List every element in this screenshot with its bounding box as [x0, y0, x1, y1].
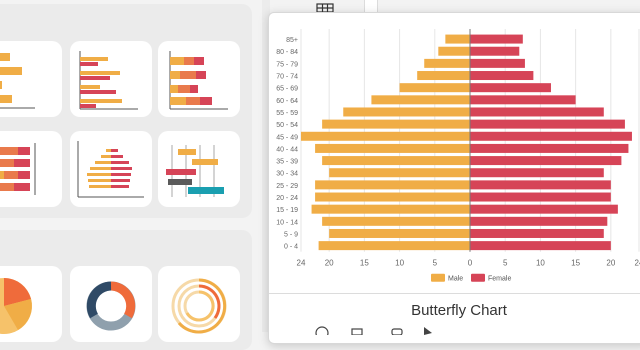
bar-male[interactable]: [417, 71, 470, 81]
comment-icon: [391, 328, 403, 336]
y-tick-label: 75 - 79: [276, 61, 298, 68]
y-tick-label: 5 - 9: [284, 231, 298, 238]
x-tick-label: 5: [433, 259, 438, 268]
info-icon: [315, 326, 329, 340]
bar-female[interactable]: [470, 192, 611, 202]
bar-male[interactable]: [399, 83, 470, 93]
template-thumb-gantt[interactable]: [158, 131, 240, 207]
template-thumb-bar-1[interactable]: [0, 41, 62, 117]
y-tick-label: 60 - 64: [276, 98, 298, 105]
template-thumb-radial[interactable]: [158, 266, 240, 342]
x-tick-label: 20: [606, 259, 615, 268]
bar-female[interactable]: [470, 156, 622, 166]
x-tick-label: 15: [571, 259, 580, 268]
y-tick-label: 65 - 69: [276, 86, 298, 93]
bar-male[interactable]: [445, 34, 470, 44]
bar-female[interactable]: [470, 71, 534, 81]
bar-female[interactable]: [470, 241, 611, 251]
y-tick-label: 40 - 44: [276, 146, 298, 153]
butterfly-chart: 24 20 15 10 5 0 5 10 15 20 24 85+ 80 - 84 75 - 79 70 -…: [276, 29, 640, 283]
template-thumb-butterfly[interactable]: [70, 131, 152, 207]
bar-female[interactable]: [470, 168, 604, 178]
bar-male[interactable]: [343, 107, 470, 117]
legend-label-male: Male: [448, 276, 463, 283]
bottom-toolbar: [312, 322, 452, 340]
y-tick-label: 20 - 24: [276, 195, 298, 202]
template-thumb-bar-4[interactable]: [0, 131, 62, 207]
y-tick-label: 80 - 84: [276, 49, 298, 56]
template-thumb-donut[interactable]: [70, 266, 152, 342]
y-tick-label: 45 - 49: [276, 134, 298, 141]
bar-female[interactable]: [470, 204, 618, 214]
x-tick-label: 5: [503, 259, 508, 268]
x-tick-label: 24: [297, 259, 306, 268]
bar-female[interactable]: [470, 58, 525, 68]
bar-male[interactable]: [315, 192, 470, 202]
bar-female[interactable]: [470, 131, 632, 141]
bar-female[interactable]: [470, 119, 625, 129]
y-tick-label: 50 - 54: [276, 122, 298, 129]
bar-female[interactable]: [470, 228, 604, 238]
legend-swatch-female[interactable]: [471, 273, 485, 282]
bar-male[interactable]: [311, 204, 470, 214]
bar-male[interactable]: [438, 46, 470, 56]
bar-female[interactable]: [470, 83, 551, 93]
y-tick-label: 15 - 19: [276, 207, 298, 214]
bar-male[interactable]: [371, 95, 470, 105]
y-tick-label: 0 - 4: [284, 244, 298, 251]
template-gallery: [0, 0, 262, 350]
legend-label-female: Female: [488, 276, 511, 283]
bar-male[interactable]: [329, 228, 470, 238]
pie-chart-templates: [0, 230, 252, 350]
y-tick-label: 25 - 29: [276, 183, 298, 190]
y-tick-label: 30 - 34: [276, 171, 298, 178]
bar-male[interactable]: [322, 216, 470, 226]
x-tick-label: 0: [468, 259, 473, 268]
play-icon: [424, 327, 432, 335]
bar-male[interactable]: [424, 58, 470, 68]
x-tick-label: 10: [395, 259, 404, 268]
y-tick-label: 10 - 14: [276, 219, 298, 226]
chart-preview-modal: 24 20 15 10 5 0 5 10 15 20 24 85+ 80 - 84 75 - 79 70 -…: [268, 12, 640, 344]
bar-female[interactable]: [470, 46, 520, 56]
y-tick-label: 85+: [286, 37, 298, 44]
legend-swatch-male[interactable]: [431, 273, 445, 282]
x-tick-label: 20: [325, 259, 334, 268]
template-thumb-pie[interactable]: [0, 266, 62, 342]
video-icon: [351, 328, 363, 336]
y-tick-label: 70 - 74: [276, 74, 298, 81]
template-thumb-bar-3[interactable]: [158, 41, 240, 117]
bar-male[interactable]: [322, 119, 470, 129]
bar-male[interactable]: [301, 131, 470, 141]
bar-male[interactable]: [315, 180, 470, 190]
y-tick-label: 55 - 59: [276, 110, 298, 117]
bar-female[interactable]: [470, 34, 523, 44]
x-tick-label: 24: [635, 259, 640, 268]
bar-female[interactable]: [470, 216, 608, 226]
x-tick-label: 15: [360, 259, 369, 268]
y-tick-label: 35 - 39: [276, 159, 298, 166]
bar-chart-templates: [0, 4, 252, 218]
bar-female[interactable]: [470, 107, 604, 117]
bar-male[interactable]: [315, 143, 470, 153]
x-tick-label: 10: [536, 259, 545, 268]
bar-male[interactable]: [322, 156, 470, 166]
bar-female[interactable]: [470, 95, 576, 105]
bar-female[interactable]: [470, 143, 629, 153]
bar-male[interactable]: [329, 168, 470, 178]
bar-male[interactable]: [318, 241, 470, 251]
bar-female[interactable]: [470, 180, 611, 190]
template-thumb-bar-2[interactable]: [70, 41, 152, 117]
